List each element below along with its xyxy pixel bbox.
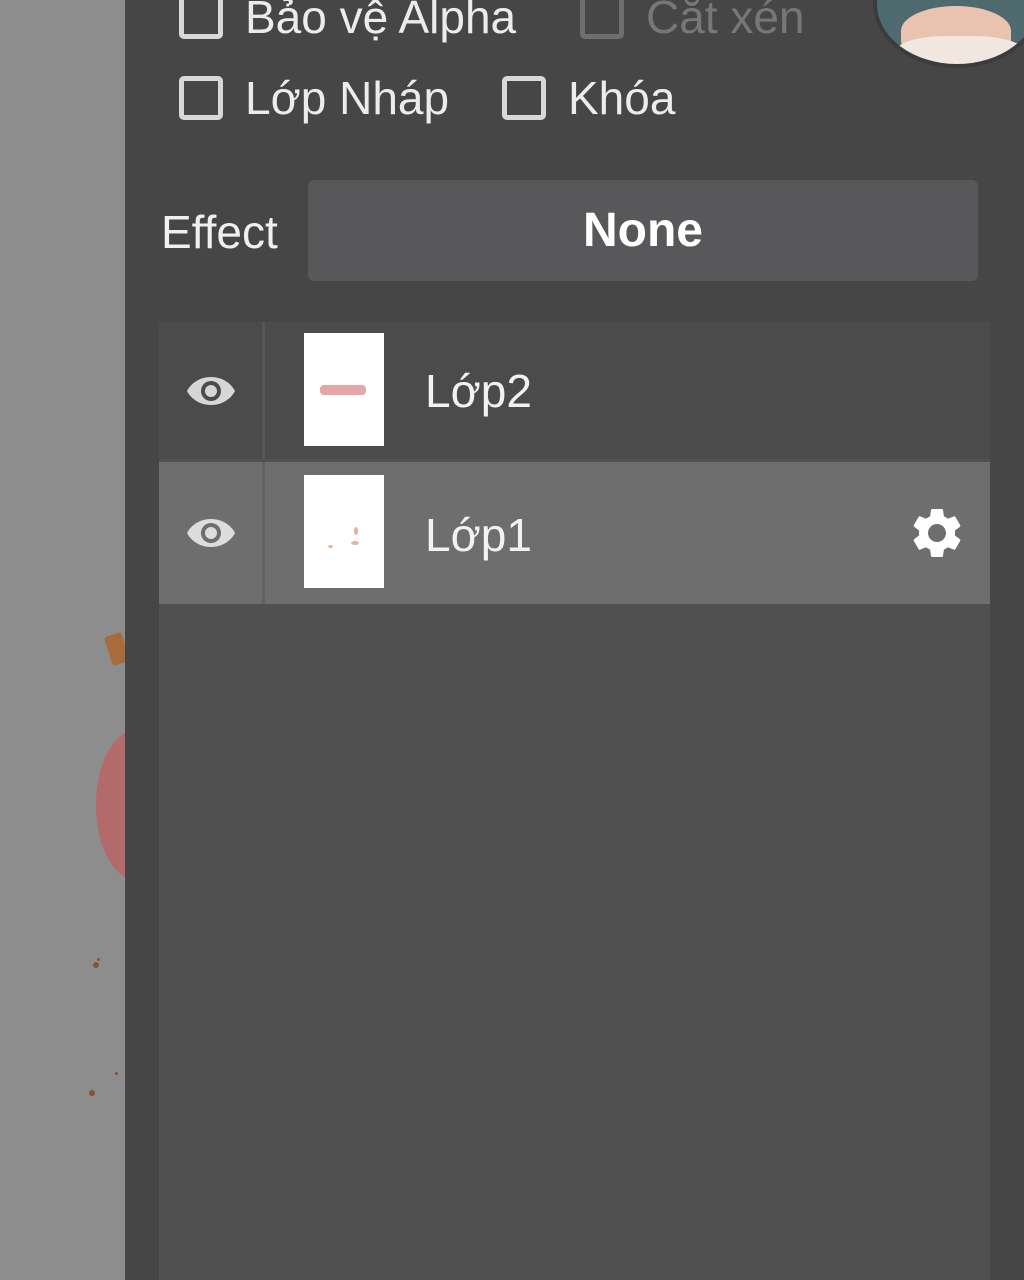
draft-layer-checkbox[interactable] (179, 76, 223, 120)
alpha-protect-label: Bảo vệ Alpha (245, 0, 517, 43)
clipping-checkbox[interactable] (580, 0, 624, 39)
lock-option[interactable]: Khóa (502, 71, 675, 125)
thumbnail-artwork (351, 541, 359, 545)
layer-name: Lớp2 (425, 365, 532, 417)
row-divider (262, 462, 265, 604)
layer-row[interactable]: Lớp2 (159, 322, 990, 459)
eye-icon (187, 376, 235, 405)
layer-list: Lớp2 Lớp1 (159, 322, 990, 1280)
draft-layer-option[interactable]: Lớp Nháp (179, 71, 449, 125)
visibility-toggle[interactable] (159, 462, 263, 604)
avatar[interactable] (873, 0, 1024, 68)
draft-layer-label: Lớp Nháp (245, 72, 450, 124)
eye-icon (187, 519, 235, 547)
effect-value: None (583, 204, 703, 257)
layer-panel: Bảo vệ Alpha Cắt xén Lớp Nháp Khóa Effec… (125, 0, 1024, 1280)
visibility-toggle[interactable] (159, 322, 263, 459)
canvas-artwork-dot (97, 958, 100, 961)
layer-row-selected[interactable]: Lớp1 (159, 462, 990, 604)
alpha-protect-option[interactable]: Bảo vệ Alpha (179, 0, 516, 44)
gear-icon[interactable] (907, 503, 967, 563)
canvas-artwork-dot (115, 1072, 118, 1075)
layer-thumbnail (304, 475, 384, 588)
layer-name: Lớp1 (425, 509, 532, 561)
thumbnail-artwork (354, 527, 358, 535)
canvas-artwork-dot (89, 1090, 95, 1096)
clipping-option[interactable]: Cắt xén (580, 0, 805, 44)
canvas-artwork-fragment (103, 631, 125, 667)
canvas-artwork-shape (96, 730, 125, 880)
effect-dropdown[interactable]: None (308, 180, 978, 281)
canvas-artwork-dot (93, 962, 99, 968)
drawing-canvas[interactable] (0, 0, 125, 1280)
layer-thumbnail (304, 333, 384, 446)
alpha-protect-checkbox[interactable] (179, 0, 223, 39)
clipping-label: Cắt xén (646, 0, 805, 43)
row-divider (262, 322, 265, 459)
thumbnail-artwork (328, 545, 333, 548)
effect-label: Effect (161, 206, 278, 258)
avatar-shirt (895, 36, 1024, 64)
thumbnail-artwork (320, 385, 366, 395)
lock-label: Khóa (568, 72, 676, 124)
lock-checkbox[interactable] (502, 76, 546, 120)
